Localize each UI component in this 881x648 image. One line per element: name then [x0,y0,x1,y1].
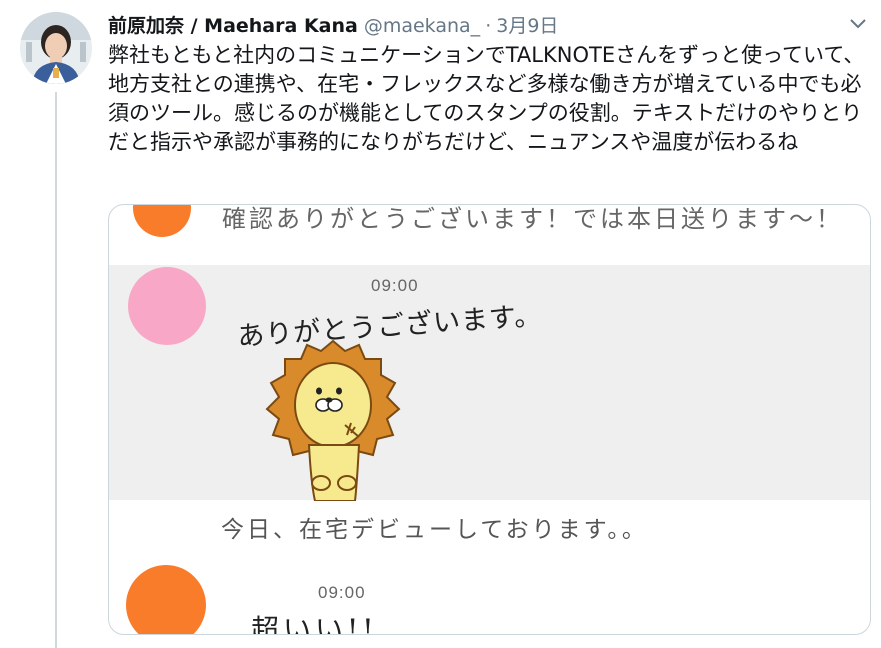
avatar-photo-icon [20,12,92,84]
display-name[interactable]: 前原加奈 / Maehara Kana [108,11,358,38]
chat-timestamp-2: 09:00 [318,583,366,602]
chat-message-top: 確認ありがとうございます！では本日送ります～！ [222,206,843,233]
user-handle[interactable]: @maekana_ [364,15,480,37]
tweet-menu-button[interactable] [846,14,870,34]
tweet-header: 前原加奈 / Maehara Kana @maekana_ · 3月9日 [108,11,558,37]
tweet-date[interactable]: 3月9日 [496,11,558,38]
thread-line [55,92,57,648]
chat-timestamp: 09:00 [371,276,419,295]
chat-avatar-pink [128,267,206,345]
lion-sticker-icon [265,339,401,501]
tweet-media-image[interactable]: 確認ありがとうございます！では本日送ります～！ 09:00 ありがとうございます… [108,204,871,635]
chat-handwriting: 超いい!! [251,613,378,635]
chat-avatar-orange-2 [126,565,206,634]
tweet-text: 弊社もともと社内のコミュニケーションでTALKNOTEさんをずっと使っていて、地… [108,43,865,154]
separator-dot: · [485,15,492,37]
chat-avatar-orange [133,205,191,237]
chevron-down-icon [850,19,866,29]
profile-avatar[interactable] [20,12,92,84]
chat-message-mid: 今日、在宅デビューしております。。 [221,516,648,542]
